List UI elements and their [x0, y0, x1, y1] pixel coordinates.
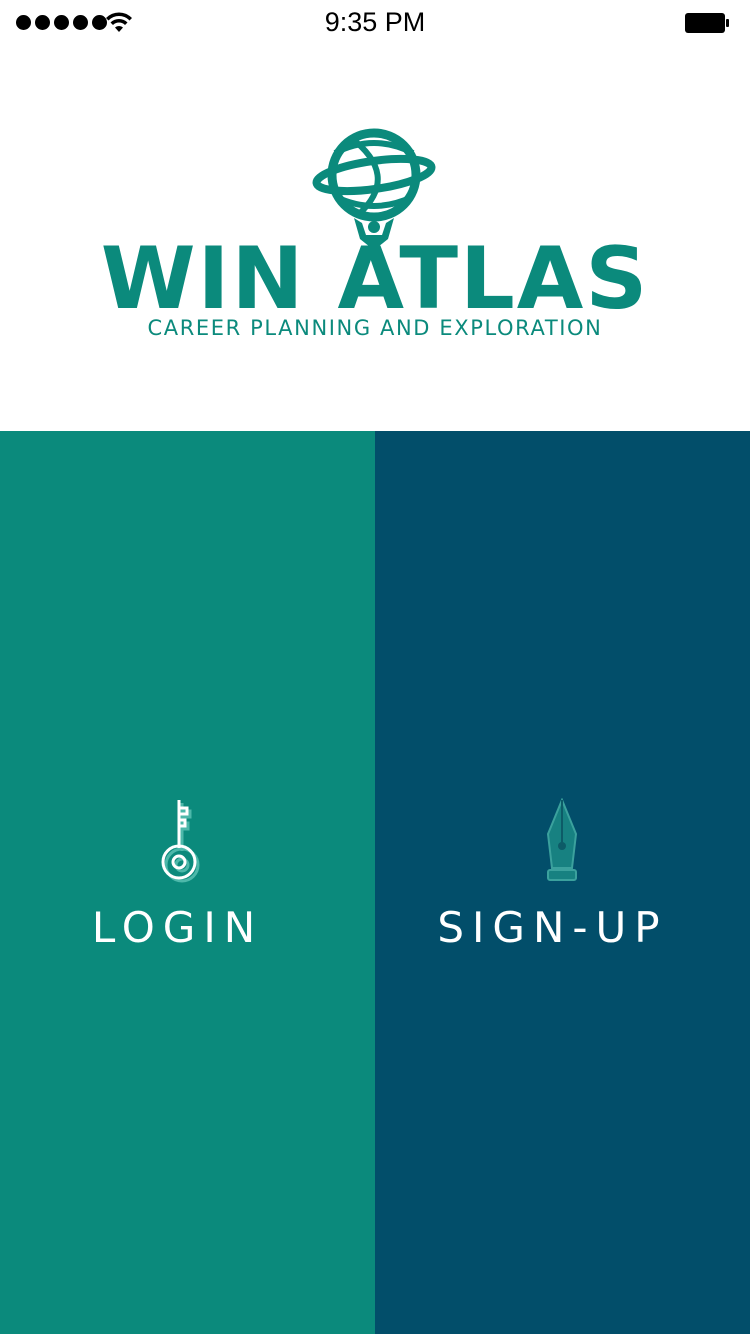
fountain-pen-icon [546, 798, 578, 881]
key-icon [161, 800, 200, 883]
battery-icon [685, 13, 729, 33]
signup-button[interactable]: SIGN-UP [375, 431, 750, 1334]
signup-label: SIGN-UP [437, 903, 668, 952]
logo-tagline: CAREER PLANNING AND EXPLORATION [147, 316, 603, 340]
logo-wordmark: WIN ATLAS [100, 229, 650, 329]
app-screen: 9:35 PM WIN ATLAS CAREER PLANNING AND EX… [0, 0, 750, 1334]
login-label: LOGIN [91, 903, 264, 952]
status-time: 9:35 PM [324, 7, 426, 37]
status-bar: 9:35 PM [0, 0, 750, 48]
login-button[interactable]: LOGIN [0, 431, 375, 1334]
logo-header: WIN ATLAS CAREER PLANNING AND EXPLORATIO… [0, 48, 750, 431]
